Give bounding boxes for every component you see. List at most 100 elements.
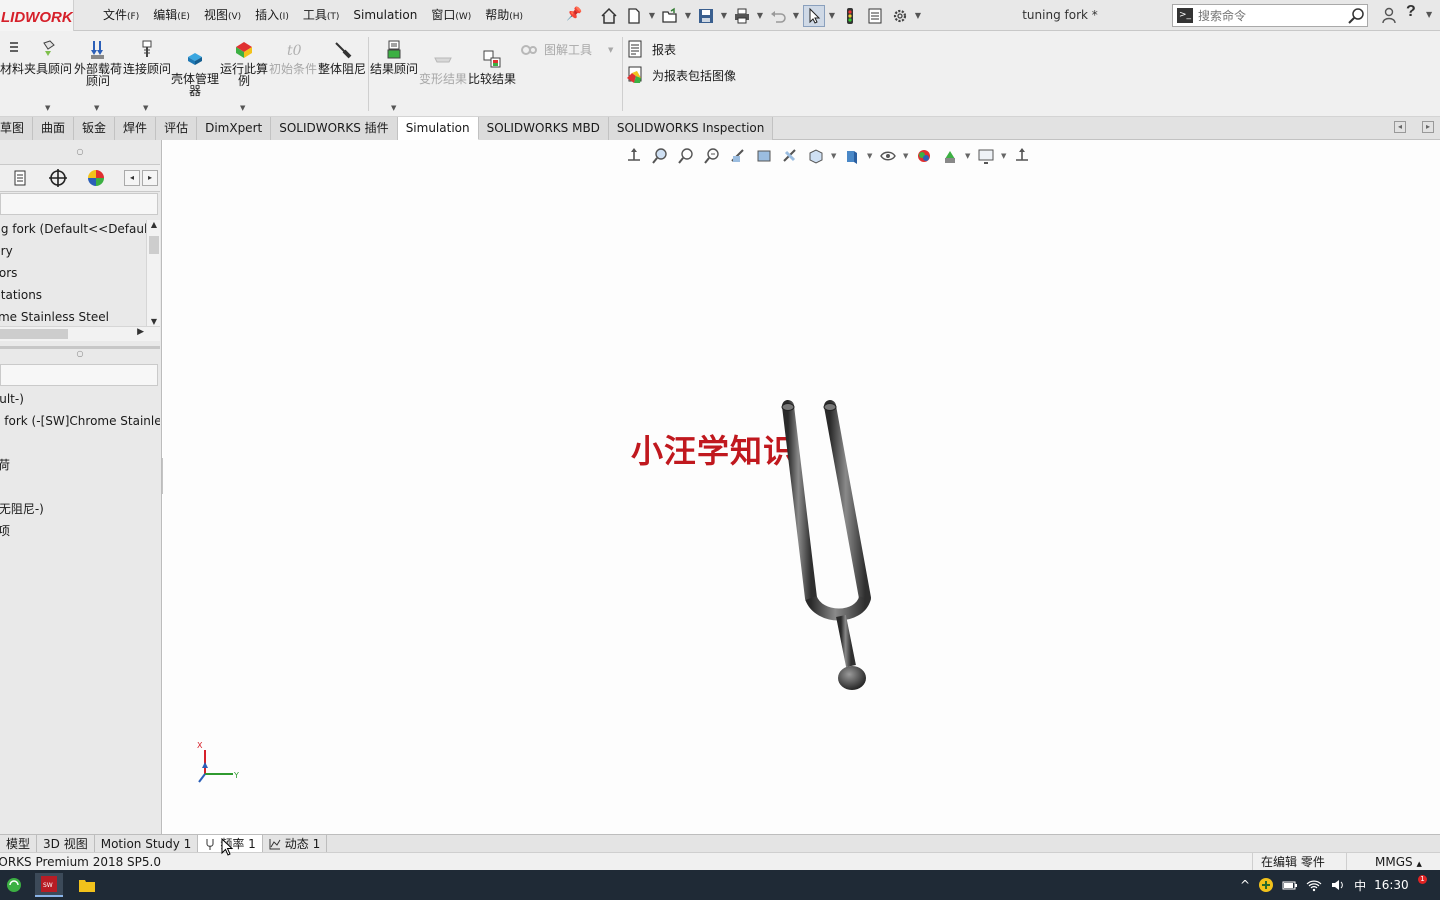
bottom-tab[interactable]: 3D 视图 [37,835,95,852]
feature-tree-item[interactable]: Annotations [0,284,146,306]
command-tab[interactable]: 草图 [0,117,34,140]
system-clock[interactable]: 16:30 [1374,878,1409,892]
hide-show-dropdown-arrow[interactable]: ▼ [867,152,873,160]
select-arrow-icon[interactable] [803,4,825,27]
display-style-dropdown-arrow[interactable]: ▼ [831,152,837,160]
menu-item[interactable]: 编辑(E) [146,0,197,31]
feature-tree-vertical-scrollbar[interactable]: ▲ ▼ [146,220,160,326]
open-dropdown-arrow[interactable]: ▼ [684,11,692,20]
global-damping-button[interactable]: 整体阻尼 [318,39,366,75]
scroll-up-arrow[interactable]: ▲ [147,220,161,229]
view-settings-icon[interactable] [939,145,961,167]
notification-badge[interactable]: 1 [1418,875,1427,884]
command-tab[interactable]: SOLIDWORKS MBD [478,117,609,140]
collapse-left-icon[interactable]: ◂ [1394,121,1406,133]
command-tab[interactable]: 焊件 [115,117,157,140]
include-image-for-report-button[interactable]: 为报表包括图像 [626,66,736,84]
collapse-right-icon[interactable]: ▸ [1422,121,1434,133]
print-dropdown-arrow[interactable]: ▼ [756,11,764,20]
configuration-manager-tab-icon[interactable] [44,166,72,190]
monitor-dropdown-arrow[interactable]: ▼ [1001,152,1007,160]
scroll-down-arrow[interactable]: ▼ [147,317,161,326]
appearance-dropdown-arrow[interactable]: ▼ [903,152,909,160]
open-folder-icon[interactable] [659,5,681,27]
study-tree-item[interactable]: 结果选项 [0,520,160,542]
horizontal-scroll-thumb[interactable] [0,329,68,339]
simulation-display-icon[interactable] [1011,145,1033,167]
feature-tree-item[interactable]: tuning fork (Default<<Default>_Di [0,218,146,240]
display-manager-tab-icon[interactable] [82,166,110,190]
search-icon[interactable] [1347,6,1367,26]
results-advisor-button[interactable]: 结果顾问 [370,39,418,75]
run-study-button[interactable]: 运行此算例 [220,39,268,87]
command-tab[interactable]: 评估 [156,117,198,140]
fixtures-dropdown-arrow[interactable]: ▼ [45,104,50,112]
command-tab[interactable]: SOLIDWORKS 插件 [271,117,398,140]
command-tab[interactable]: 钣金 [74,117,116,140]
tabs-scroll-right-button[interactable]: ▸ [142,170,158,186]
study-tree-item[interactable] [0,432,160,454]
results-advisor-dropdown-arrow[interactable]: ▼ [391,104,396,112]
volume-icon[interactable] [1330,877,1346,893]
study-tree-item[interactable] [0,476,160,498]
pin-menu-icon[interactable]: 📌 [566,7,582,23]
diagnose-dropdown-arrow[interactable]: ▼ [608,46,613,54]
tabs-scroll-left-button[interactable]: ◂ [124,170,140,186]
property-manager-tab-icon[interactable] [6,166,34,190]
external-loads-dropdown-arrow[interactable]: ▼ [94,104,99,112]
search-input[interactable] [1198,8,1347,23]
run-study-dropdown-arrow[interactable]: ▼ [240,104,245,112]
traffic-light-icon[interactable] [839,5,861,27]
tuning-fork-model[interactable] [775,398,875,698]
study-tree-item[interactable]: (-Default-) [0,388,160,410]
help-dropdown-arrow[interactable]: ▼ [1426,10,1432,19]
deformed-result-button[interactable]: 变形结果 [419,49,467,85]
previous-view-icon[interactable] [701,145,723,167]
apply-scene-icon[interactable] [913,145,935,167]
zoom-to-fit-icon[interactable] [649,145,671,167]
wifi-icon[interactable] [1306,877,1322,893]
command-tab[interactable]: SOLIDWORKS Inspection [608,117,774,140]
feature-tree-item[interactable]: Chrome Stainless Steel [0,306,146,328]
menu-item[interactable]: 文件(F) [96,0,146,31]
user-account-icon[interactable] [1380,6,1398,24]
hide-show-items-icon[interactable] [841,145,863,167]
normal-to-icon[interactable] [623,145,645,167]
new-dropdown-arrow[interactable]: ▼ [648,11,656,20]
report-button[interactable]: 报表 [626,40,676,58]
help-icon[interactable]: ? [1406,3,1416,21]
connections-dropdown-arrow[interactable]: ▼ [143,104,148,112]
command-tab[interactable]: 曲面 [33,117,75,140]
zoom-to-area-icon[interactable] [675,145,697,167]
file-explorer-icon[interactable] [73,873,101,897]
show-hidden-icons-arrow[interactable]: ^ [1240,878,1250,892]
fixtures-advisor-button[interactable]: 夹具顾问 [24,39,72,75]
bottom-tab[interactable]: 动态 1 [263,835,328,852]
input-method-indicator[interactable]: 中 [1354,877,1366,894]
display-style-icon[interactable] [805,145,827,167]
panel-grip[interactable]: ○ [0,146,160,158]
scroll-right-arrow[interactable]: ▶ [137,327,144,337]
file-properties-icon[interactable] [864,5,886,27]
undo-dropdown-arrow[interactable]: ▼ [792,11,800,20]
feature-tree-filter[interactable] [0,193,158,215]
menu-item[interactable]: 插入(I) [248,0,296,31]
study-tree-item[interactable]: 阻尼 (-无阻尼-) [0,498,160,520]
options-gear-icon[interactable] [889,5,911,27]
view-settings-dropdown-arrow[interactable]: ▼ [965,152,971,160]
connections-advisor-button[interactable]: 连接顾问 [123,39,171,75]
diagnose-tools-button[interactable]: 图解工具 ▼ [520,41,613,58]
solidworks-taskbar-icon[interactable]: SW [35,873,63,897]
feature-tree-item[interactable]: Sensors [0,262,146,284]
graphics-area[interactable]: ▼ ▼ ▼ ▼ ▼ 小汪学知识 X Y [163,140,1440,834]
menu-item[interactable]: 视图(V) [197,0,248,31]
menu-item[interactable]: 工具(T) [296,0,347,31]
feature-tree-horizontal-scrollbar[interactable]: ▶ [0,326,160,341]
undo-icon[interactable] [767,5,789,27]
scroll-thumb[interactable] [149,236,159,254]
bottom-tab[interactable]: 模型 [0,835,38,852]
shell-manager-button[interactable]: 壳体管理器 [171,49,219,97]
study-tree-filter[interactable] [0,364,158,386]
edit-appearance-icon[interactable] [877,145,899,167]
solidworks-logo[interactable]: LIDWORKS [0,0,74,31]
